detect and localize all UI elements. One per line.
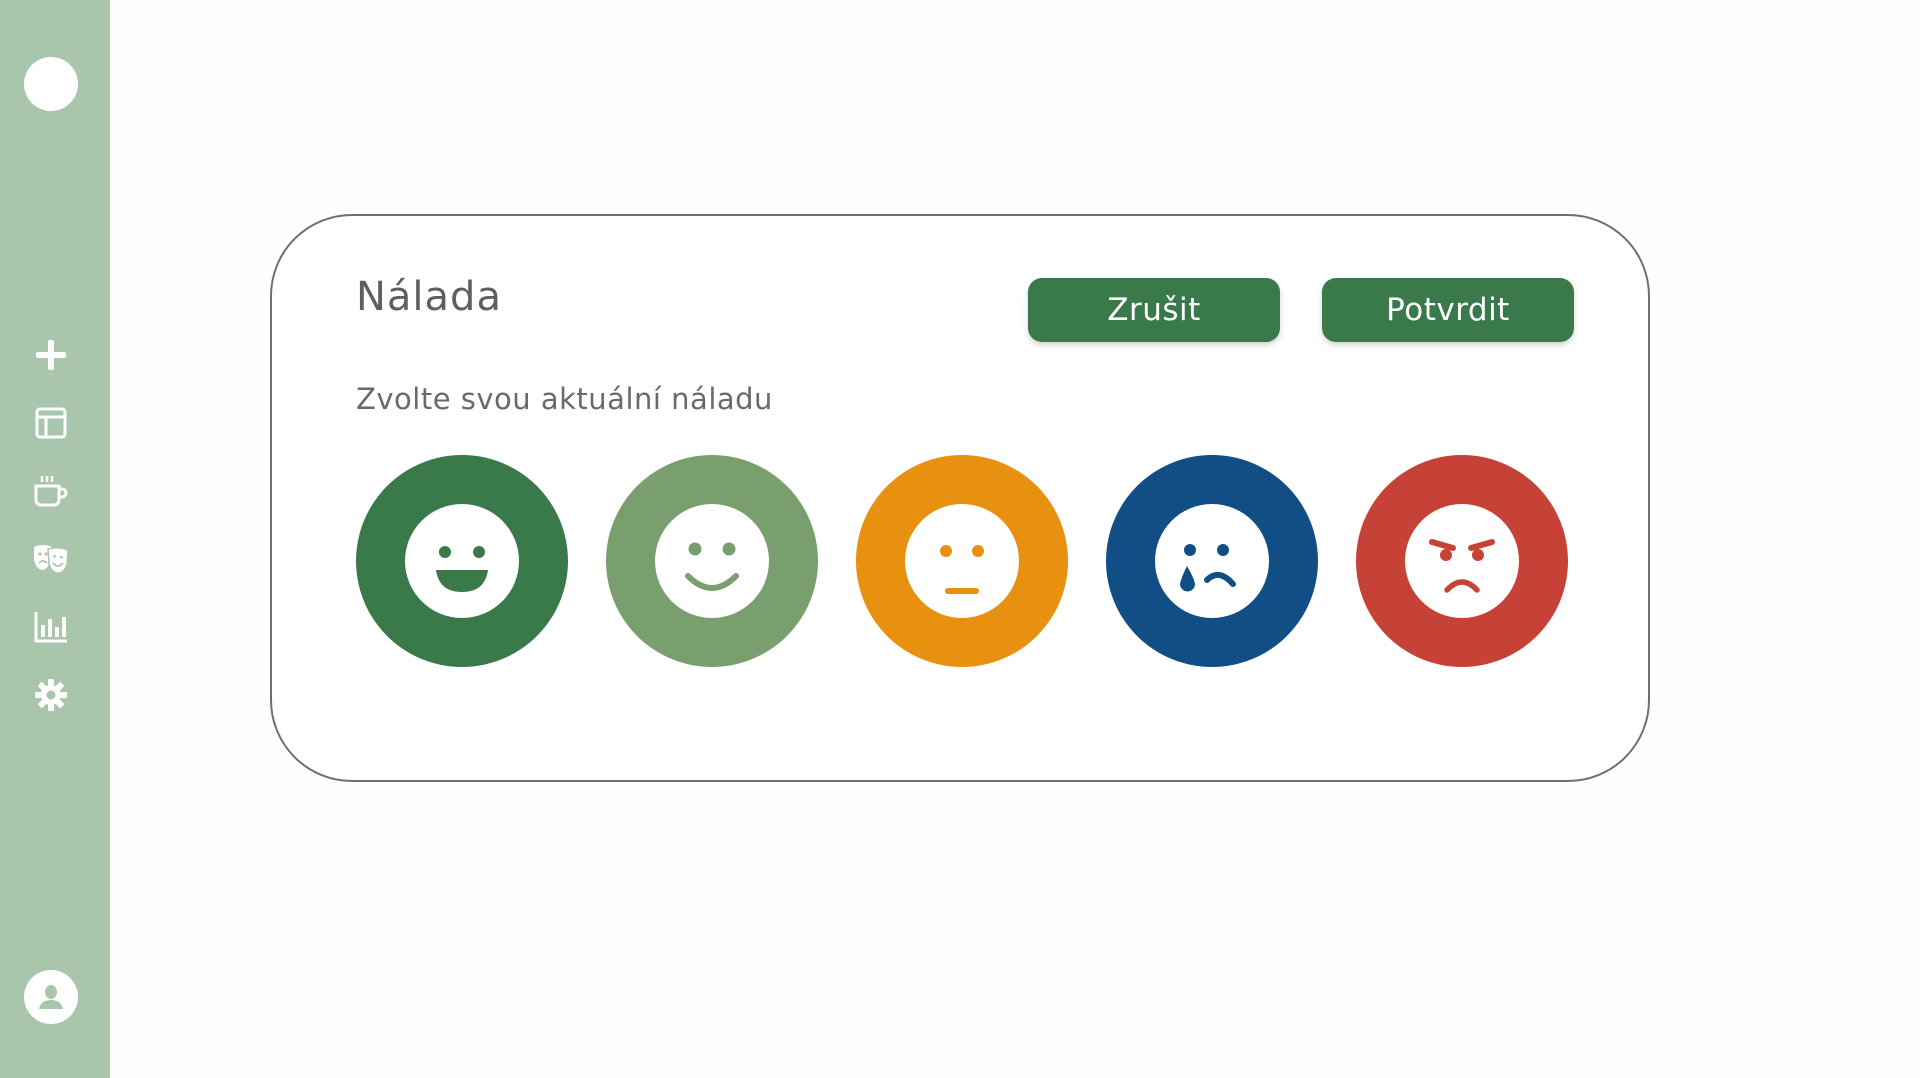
cancel-button[interactable]: Zrušit: [1028, 278, 1280, 342]
sidebar-item-mood[interactable]: [25, 533, 77, 585]
coffee-cup-icon: [34, 476, 68, 507]
theater-masks-icon: [34, 545, 69, 574]
mood-face: [405, 504, 519, 618]
gear-icon: [35, 679, 67, 711]
layout-icon: [35, 407, 67, 439]
bar-chart-icon: [34, 612, 67, 643]
mood-option-angry[interactable]: [1356, 455, 1568, 667]
mood-option-sad[interactable]: [1106, 455, 1318, 667]
sidebar-item-add[interactable]: [25, 329, 77, 381]
sidebar-item-layout[interactable]: [25, 397, 77, 449]
confirm-button[interactable]: Potvrdit: [1322, 278, 1574, 342]
mood-face: [1155, 504, 1269, 618]
profile-button[interactable]: [24, 970, 78, 1024]
mood-options: [356, 455, 1572, 667]
mood-option-happy[interactable]: [606, 455, 818, 667]
dialog-title: Nálada: [356, 274, 502, 320]
mood-face: [655, 504, 769, 618]
sidebar: [0, 0, 110, 1078]
app: Nálada Zrušit Potvrdit Zvolte svou aktuá…: [0, 0, 1920, 1078]
mood-face: [1405, 504, 1519, 618]
mood-dialog: Nálada Zrušit Potvrdit Zvolte svou aktuá…: [270, 214, 1650, 782]
sidebar-item-coffee[interactable]: [25, 465, 77, 517]
mood-face: [905, 504, 1019, 618]
mood-option-very-happy[interactable]: [356, 455, 568, 667]
sidebar-item-statistics[interactable]: [25, 601, 77, 653]
plus-icon: [36, 340, 66, 370]
mood-option-neutral[interactable]: [856, 455, 1068, 667]
very-happy-face-icon: [436, 546, 488, 592]
dialog-subtitle: Zvolte svou aktuální náladu: [356, 382, 773, 416]
user-icon: [39, 985, 63, 1009]
crying-face-icon: [1180, 544, 1236, 592]
sidebar-item-settings[interactable]: [25, 669, 77, 721]
happy-face-icon: [685, 542, 739, 591]
neutral-face-icon: [940, 545, 984, 594]
angry-face-icon: [1429, 539, 1495, 593]
logo-circle[interactable]: [24, 57, 78, 111]
